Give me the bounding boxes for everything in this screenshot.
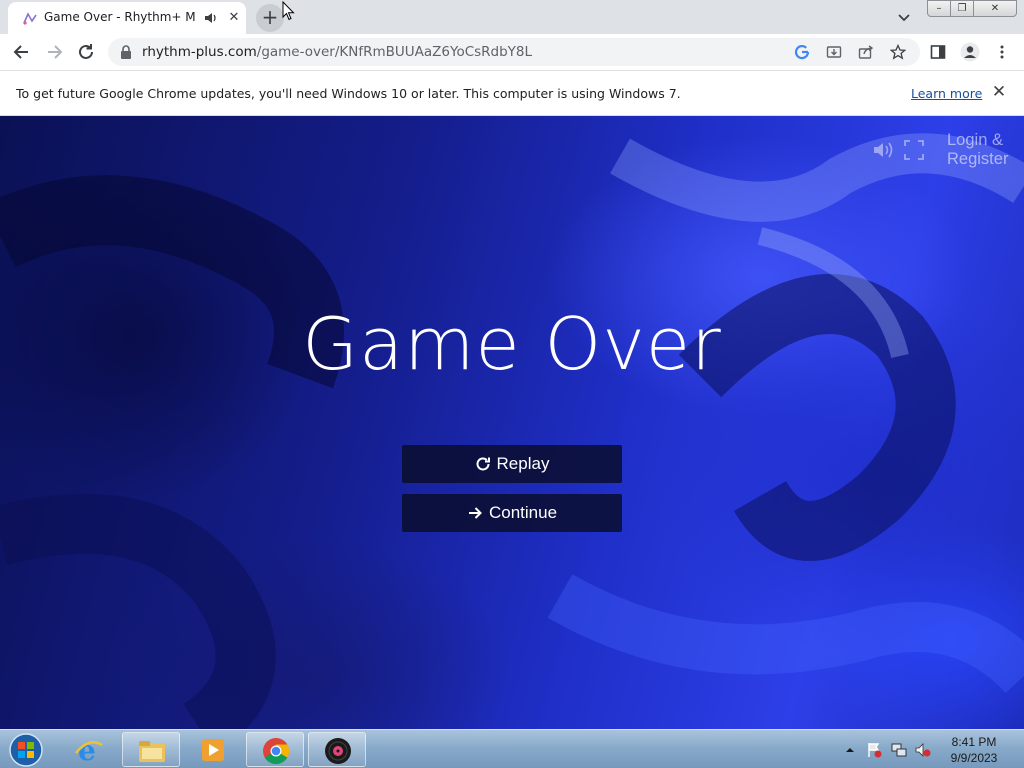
arrow-right-icon — [468, 507, 482, 519]
side-panel-icon[interactable] — [930, 44, 946, 60]
restore-button[interactable]: ❐ — [950, 0, 974, 17]
tab-audio-icon[interactable] — [204, 11, 218, 25]
profile-avatar-icon[interactable] — [960, 42, 980, 62]
browser-toolbar: rhythm-plus.com/game-over/KNfRmBUUAaZ6Yo… — [0, 34, 1024, 71]
url-text[interactable]: rhythm-plus.com/game-over/KNfRmBUUAaZ6Yo… — [142, 44, 532, 60]
taskbar-file-explorer[interactable] — [122, 732, 180, 767]
chrome-icon — [263, 738, 290, 765]
address-bar[interactable]: rhythm-plus.com/game-over/KNfRmBUUAaZ6Yo… — [108, 38, 920, 66]
close-window-button[interactable]: ✕ — [973, 0, 1017, 17]
continue-label: Continue — [488, 503, 558, 522]
taskbar-chrome[interactable] — [246, 732, 304, 767]
replay-label: Replay — [496, 454, 550, 473]
browser-tab[interactable]: Game Over - Rhythm+ Musi ✕ — [8, 2, 246, 34]
tab-close-icon[interactable]: ✕ — [226, 10, 242, 26]
clock-date: 9/9/2023 — [950, 751, 998, 765]
internet-explorer-icon: e — [75, 735, 103, 765]
chrome-menu-icon[interactable] — [994, 44, 1010, 60]
mouse-cursor-icon — [282, 1, 295, 21]
install-app-icon[interactable] — [826, 44, 842, 60]
fullscreen-icon[interactable] — [904, 140, 924, 160]
volume-icon[interactable] — [873, 140, 895, 160]
system-clock[interactable]: 8:41 PM 9/9/2023 — [940, 734, 1008, 766]
network-icon[interactable] — [891, 742, 907, 758]
windows-start-icon[interactable] — [6, 732, 46, 768]
action-center-flag-icon[interactable] — [866, 742, 882, 758]
infobar-message: To get future Google Chrome updates, you… — [16, 86, 681, 101]
new-tab-button[interactable]: + — [256, 4, 284, 32]
url-path: /game-over/KNfRmBUUAaZ6YoCsRdbY8L — [256, 44, 533, 60]
folder-icon — [139, 741, 165, 762]
background-swirl — [0, 133, 1024, 729]
minimize-button[interactable]: – — [927, 0, 951, 17]
rhythm-plus-favicon-icon — [23, 12, 37, 25]
back-arrow-icon[interactable] — [12, 42, 32, 62]
svg-text:e: e — [78, 735, 96, 765]
window-controls: – ❐ ✕ — [927, 0, 1017, 18]
tab-strip: Game Over - Rhythm+ Musi ✕ + – ❐ ✕ — [0, 0, 1024, 34]
forward-arrow-icon[interactable] — [44, 42, 64, 62]
reload-icon[interactable] — [76, 42, 96, 62]
game-over-page: Login & Register Game Over Replay Contin… — [0, 116, 1024, 729]
game-over-title: Game Over — [302, 302, 722, 386]
share-icon[interactable] — [858, 44, 874, 60]
google-lens-icon[interactable] — [794, 44, 810, 60]
bookmark-star-icon[interactable] — [890, 44, 906, 60]
taskbar-media-player[interactable] — [184, 732, 242, 767]
tab-search-chevron-icon[interactable] — [896, 9, 912, 25]
taskbar-rhythm-plus[interactable] — [308, 732, 366, 767]
update-infobar: To get future Google Chrome updates, you… — [0, 71, 1024, 116]
replay-icon — [476, 457, 490, 471]
replay-button[interactable]: Replay — [402, 445, 622, 483]
show-hidden-icons-icon[interactable] — [844, 742, 856, 758]
tab-title: Game Over - Rhythm+ Musi — [44, 10, 196, 24]
infobar-close-icon[interactable]: ✕ — [990, 83, 1008, 101]
lock-icon[interactable] — [120, 45, 132, 59]
clock-time: 8:41 PM — [951, 735, 997, 749]
media-player-icon — [202, 739, 224, 761]
volume-muted-icon[interactable] — [915, 742, 931, 758]
windows-taskbar: e 8:41 PM 9/9/2023 — [0, 729, 1024, 768]
taskbar-internet-explorer[interactable]: e — [60, 732, 118, 767]
vinyl-record-icon — [325, 738, 351, 764]
url-host: rhythm-plus.com — [142, 44, 257, 60]
continue-button[interactable]: Continue — [402, 494, 622, 532]
login-register-link[interactable]: Login & Register — [947, 131, 1017, 169]
learn-more-link[interactable]: Learn more — [911, 86, 982, 101]
